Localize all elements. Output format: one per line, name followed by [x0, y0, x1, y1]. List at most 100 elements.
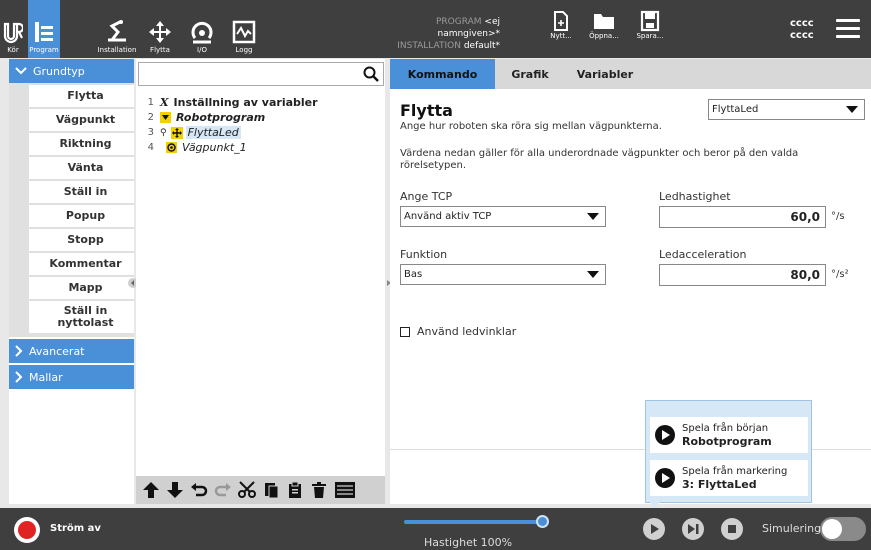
tree-row-number: 2 [147, 112, 154, 123]
play-circle-icon [655, 468, 675, 488]
robot-name-line1: cccc [790, 18, 814, 29]
move-down-icon[interactable] [166, 481, 184, 499]
use-joint-angles-label: Använd ledvinklar [417, 325, 517, 338]
tree-row-label: Robotprogram [176, 111, 266, 124]
play-from-selection-option[interactable]: Spela från markering 3: FlyttaLed [650, 460, 808, 496]
suppress-icon[interactable] [334, 481, 356, 499]
tab-variables[interactable]: Variabler [565, 59, 645, 89]
move-type-dropdown[interactable]: FlyttaLed [708, 99, 865, 120]
play-from-start-label: Spela från början [682, 422, 769, 434]
power-status-label: Ström av [50, 523, 101, 534]
tab-command[interactable]: Kommando [390, 59, 495, 89]
sidebar-item-set-payload[interactable]: Ställ in nyttolast [29, 301, 134, 335]
ur-logo-icon [3, 22, 23, 44]
installation-label: INSTALLATION [397, 41, 461, 51]
stop-icon [728, 525, 736, 533]
category-basic[interactable]: Grundtyp [9, 59, 134, 83]
stop-button[interactable] [721, 518, 743, 540]
installation-icon [108, 20, 126, 42]
nav-io-label: I/O [197, 46, 207, 54]
open-file-button[interactable]: Öppna... [584, 10, 624, 40]
speed-slider-handle[interactable] [536, 515, 549, 528]
step-button[interactable] [682, 518, 704, 540]
sidebar-item-folder[interactable]: Mapp [29, 277, 134, 301]
move-icon [149, 21, 171, 43]
search-icon[interactable] [363, 66, 379, 82]
joint-speed-unit: °/s [831, 211, 845, 222]
nav-program-button[interactable]: Program [28, 0, 60, 58]
sidebar-item-waypoint[interactable]: Vägpunkt [29, 109, 134, 133]
sidebar-item-comment[interactable]: Kommentar [29, 253, 134, 277]
category-templates[interactable]: Mallar [9, 365, 134, 389]
play-circle-icon [655, 425, 675, 445]
use-joint-angles-checkbox[interactable] [400, 327, 410, 337]
new-file-icon [554, 11, 568, 31]
copy-icon[interactable] [262, 481, 280, 499]
nav-installation-button[interactable]: Installation [95, 0, 139, 58]
sidebar-item-direction[interactable]: Riktning [29, 133, 134, 157]
program-info: PROGRAM <ej namngiven>* INSTALLATION def… [380, 16, 500, 52]
tree-row[interactable]: 1 X Inställning av variabler [136, 95, 385, 110]
tree-row-label: FlyttaLed [185, 126, 241, 139]
feature-dropdown[interactable]: Bas [400, 264, 606, 285]
move-description: Ange hur roboten ska röra sig mellan väg… [400, 121, 662, 132]
category-advanced-label: Avancerat [29, 344, 85, 358]
play-from-start-option[interactable]: Spela från början Robotprogram [650, 417, 808, 453]
power-button[interactable] [14, 517, 40, 543]
tree-toolbar [136, 476, 385, 504]
open-folder-icon [594, 14, 614, 29]
tree-pin-icon: ⚲ [160, 127, 167, 138]
chevron-right-icon [15, 371, 23, 383]
save-icon [640, 10, 660, 32]
sidebar-item-set[interactable]: Ställ in [29, 181, 134, 205]
tcp-dropdown[interactable]: Använd aktiv TCP [400, 206, 606, 227]
footer-bar: Ström av Hastighet 100% Simulering [0, 508, 871, 550]
play-from-selection-target: 3: FlyttaLed [682, 477, 757, 491]
joint-speed-input[interactable]: 60,0 [659, 206, 826, 228]
sidebar-item-wait[interactable]: Vänta [29, 157, 134, 181]
simulation-toggle[interactable] [820, 517, 866, 541]
nav-move-label: Flytta [150, 46, 170, 54]
save-file-button[interactable]: Spara... [630, 10, 670, 40]
category-advanced[interactable]: Avancerat [9, 339, 134, 363]
log-icon [232, 20, 256, 44]
tree-row[interactable]: 3 ⚲ FlyttaLed [136, 125, 385, 140]
program-label: PROGRAM [435, 17, 482, 27]
sidebar-item-popup[interactable]: Popup [29, 205, 134, 229]
tree-row[interactable]: 2 Robotprogram [136, 110, 385, 125]
nav-program-label: Program [29, 46, 59, 54]
tree-search-input[interactable] [138, 62, 384, 86]
undo-icon[interactable] [190, 481, 208, 499]
tree-row-number: 4 [147, 142, 154, 153]
cut-icon[interactable] [238, 481, 256, 499]
nav-move-button[interactable]: Flytta [144, 0, 176, 58]
program-node-sidebar: Grundtyp Flytta Vägpunkt Riktning Vänta … [9, 59, 134, 504]
tree-row[interactable]: 4 Vägpunkt_1 [136, 140, 385, 155]
program-tree-panel: 1 X Inställning av variabler 2 Robotprog… [136, 59, 385, 504]
sidebar-item-halt[interactable]: Stopp [29, 229, 134, 253]
tab-graphics[interactable]: Grafik [495, 59, 565, 89]
nav-installation-label: Installation [97, 46, 137, 54]
nav-log-label: Logg [235, 46, 253, 54]
menu-icon[interactable] [836, 19, 860, 43]
nav-log-button[interactable]: Logg [228, 0, 260, 58]
sidebar-item-move[interactable]: Flytta [29, 85, 134, 109]
simulation-label: Simulering [762, 522, 822, 535]
joint-accel-input[interactable]: 80,0 [659, 264, 826, 286]
speed-slider-track[interactable] [404, 520, 544, 524]
play-popup: Spela från början Robotprogram Spela frå… [645, 400, 812, 503]
new-file-button[interactable]: Nytt... [541, 10, 581, 40]
tcp-value: Använd aktiv TCP [404, 211, 492, 222]
nav-run-button[interactable]: Kör [0, 0, 26, 58]
redo-icon[interactable] [214, 481, 232, 499]
delete-icon[interactable] [310, 481, 328, 499]
save-file-label: Spara... [636, 32, 664, 40]
move-up-icon[interactable] [142, 481, 160, 499]
play-button[interactable] [643, 518, 665, 540]
feature-value: Bas [404, 269, 423, 280]
tab-bar: Kommando Grafik Variabler [390, 59, 871, 89]
nav-io-button[interactable]: I/O [186, 0, 218, 58]
robot-name: cccc cccc [790, 18, 814, 42]
paste-icon[interactable] [286, 481, 304, 499]
robot-name-line2: cccc [790, 30, 814, 41]
